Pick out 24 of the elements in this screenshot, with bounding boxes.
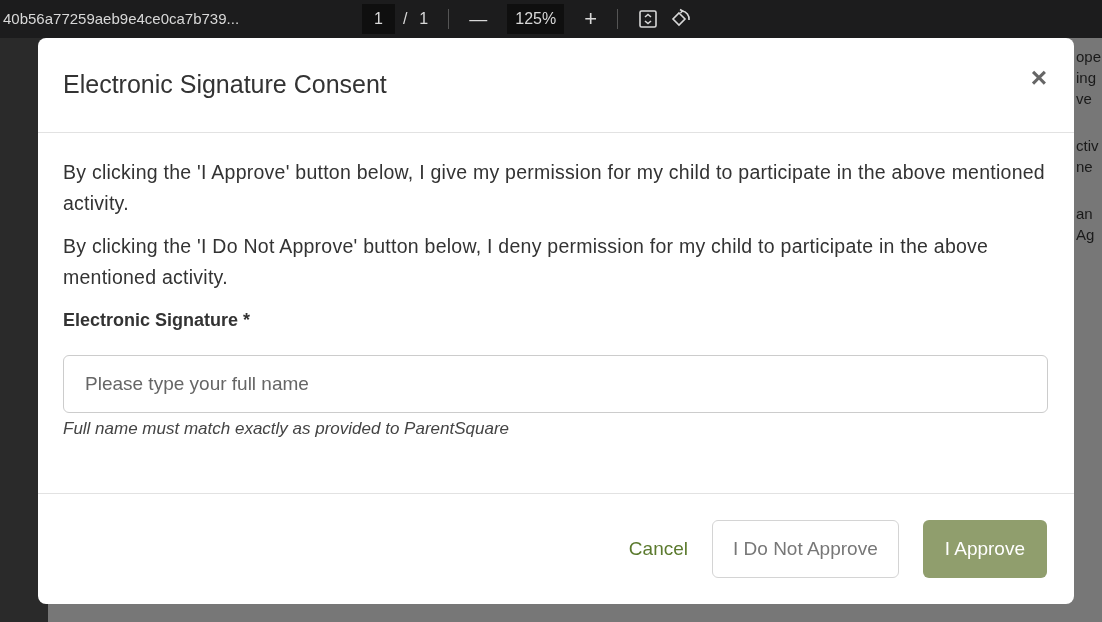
background-text: ne — [1076, 157, 1093, 177]
background-text: ve — [1076, 89, 1092, 109]
cancel-link[interactable]: Cancel — [628, 534, 688, 564]
zoom-out-button[interactable]: — — [469, 5, 488, 33]
file-name: 40b56a77259aeb9e4ce0ca7b739... — [3, 8, 241, 29]
consent-paragraph: By clicking the 'I Do Not Approve' button below, I deny permission for my child to participate in the above mentioned activity. — [63, 234, 990, 290]
background-text: ope — [1076, 47, 1102, 67]
zoom-field[interactable]: 125% — [507, 4, 565, 34]
close-button[interactable]: × — [1030, 64, 1047, 92]
field-label: Electronic Signature * — [63, 309, 252, 332]
zoom-in-button[interactable]: + — [584, 8, 598, 30]
decline-button[interactable]: I Do Not Approve — [712, 520, 899, 578]
page-number-field[interactable]: 1 — [362, 4, 395, 34]
background-text: ctiv — [1076, 136, 1099, 156]
fit-page-icon[interactable] — [638, 9, 659, 29]
consent-paragraph: By clicking the 'I Approve' button below, I give my permission for my child to participate in the above mentioned activity. — [63, 160, 1046, 216]
background-text: ing — [1076, 68, 1097, 88]
page-count: 1 — [419, 9, 429, 29]
page-separator: / — [402, 9, 408, 29]
dialog-title: Electronic Signature Consent — [63, 69, 387, 101]
background-text: an — [1076, 204, 1093, 224]
background-text: Ag — [1076, 225, 1095, 245]
field-hint: Full name must match exactly as provided to ParentSquare — [63, 418, 510, 440]
signature-field[interactable]: Please type your full name — [63, 355, 1048, 413]
